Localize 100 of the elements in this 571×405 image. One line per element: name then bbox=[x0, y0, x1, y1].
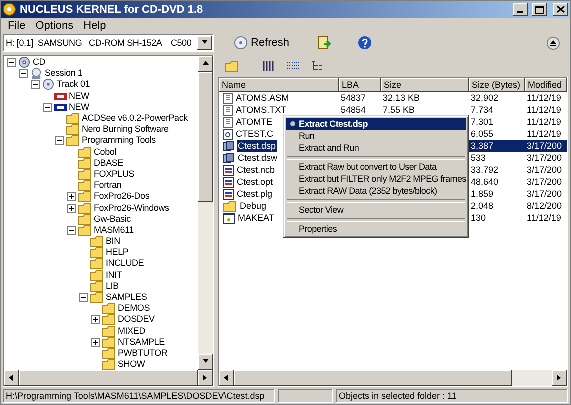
tree-item[interactable]: NEW bbox=[69, 102, 90, 113]
tree-item[interactable]: Track 01 bbox=[57, 79, 90, 90]
table-cell-text: 54837 bbox=[340, 92, 368, 104]
tree-item[interactable]: Gw-Basic bbox=[94, 214, 131, 225]
menu-item[interactable]: Extract but FILTER only M2F2 MPEG frames bbox=[286, 173, 466, 185]
table-cell-text: 7,734 bbox=[470, 104, 495, 116]
tree-item[interactable]: SAMPLES bbox=[106, 292, 148, 304]
table-cell-text: 3/17/200 bbox=[526, 188, 564, 200]
refresh-button[interactable]: Refresh bbox=[230, 34, 294, 52]
tree-item[interactable]: DOSDEV bbox=[118, 314, 155, 326]
menu-item[interactable]: Run bbox=[286, 130, 466, 142]
file-name[interactable]: MAKEAT bbox=[237, 212, 276, 224]
folder-icon bbox=[66, 135, 80, 146]
collapse-toggle[interactable] bbox=[79, 293, 88, 302]
tree-item[interactable]: LIB bbox=[106, 280, 119, 292]
collapse-toggle[interactable] bbox=[19, 69, 28, 78]
expand-toggle[interactable] bbox=[91, 338, 100, 347]
collapse-toggle[interactable] bbox=[31, 80, 40, 90]
menu-item[interactable]: Options bbox=[30, 20, 79, 32]
menu-item[interactable]: File bbox=[3, 20, 31, 32]
document-icon bbox=[223, 116, 233, 128]
file-name[interactable]: Debug bbox=[239, 200, 268, 212]
menu-item[interactable]: Properties bbox=[286, 223, 466, 235]
tree-item[interactable]: Fortran bbox=[94, 180, 122, 192]
tree-item[interactable]: Cobol bbox=[94, 146, 117, 158]
folder-icon bbox=[102, 336, 116, 348]
table-cell-text: 32,902 bbox=[470, 92, 500, 104]
menu-item[interactable]: Extract Ctest.dsp bbox=[286, 118, 466, 130]
tree-item[interactable]: PWBTUTOR bbox=[118, 348, 168, 359]
document-icon bbox=[223, 92, 233, 104]
horizontal-scrollbar[interactable] bbox=[219, 370, 567, 386]
file-name[interactable]: Ctest.dsw bbox=[237, 152, 279, 164]
table-cell-text: 54854 bbox=[340, 104, 368, 116]
menu-item[interactable]: Help bbox=[78, 20, 112, 32]
tree-item[interactable]: MIXED bbox=[118, 326, 146, 337]
disc-icon bbox=[42, 79, 55, 90]
file-name[interactable]: CTEST.C bbox=[235, 128, 275, 140]
table-cell-text: 11/12/19 bbox=[526, 104, 562, 116]
horizontal-scrollbar[interactable] bbox=[4, 370, 213, 386]
folder-icon bbox=[102, 326, 116, 337]
vertical-scrollbar[interactable] bbox=[198, 56, 213, 370]
expand-toggle[interactable] bbox=[67, 204, 76, 213]
status-path: H:\Programming Tools\MASM611\SAMPLES\DOSDEV\Ctest.dsp bbox=[3, 389, 275, 403]
tree-item[interactable]: DEMOS bbox=[118, 303, 150, 314]
column-header[interactable]: Modified bbox=[525, 78, 567, 92]
file-name[interactable]: Ctest.plg bbox=[236, 188, 274, 200]
eject-icon bbox=[547, 36, 560, 50]
file-name[interactable]: Ctest.opt bbox=[236, 176, 274, 188]
tree-item[interactable]: ACDSee v6.0.2-PowerPack bbox=[82, 113, 188, 124]
tree-item[interactable]: DBASE bbox=[94, 158, 124, 169]
table-cell-text: 3/17/200 bbox=[526, 152, 564, 164]
tree-item[interactable]: SHOW bbox=[118, 359, 146, 370]
file-name[interactable]: Ctest.ncb bbox=[236, 164, 276, 176]
menu-item[interactable]: Extract RAW Data (2352 bytes/block) bbox=[286, 185, 466, 197]
column-header[interactable]: Size bbox=[381, 78, 469, 92]
tree-item[interactable]: INCLUDE bbox=[106, 258, 144, 270]
tree-item[interactable]: INIT bbox=[106, 270, 122, 281]
tree-item[interactable]: Session 1 bbox=[45, 68, 83, 80]
collapse-toggle[interactable] bbox=[55, 136, 64, 146]
table-cell-text: 3/17/200 bbox=[526, 176, 564, 188]
table-cell: 3,387 bbox=[469, 140, 525, 152]
status-objects: Objects in selected folder : 11 bbox=[336, 389, 568, 403]
tree-item[interactable]: BIN bbox=[106, 236, 120, 248]
menu-item[interactable]: Extract and Run bbox=[286, 142, 466, 154]
tree-item[interactable]: MASM611 bbox=[94, 224, 134, 236]
tree-item[interactable]: Programming Tools bbox=[82, 135, 156, 146]
tree-item[interactable]: Nero Burning Software bbox=[82, 124, 169, 136]
menu-item[interactable]: Extract Raw but convert to User Data bbox=[286, 161, 466, 173]
tree-item[interactable]: CD bbox=[33, 57, 46, 68]
tree-item[interactable]: FOXPLUS bbox=[94, 168, 135, 180]
folder-icon bbox=[90, 270, 104, 281]
minimize-button[interactable] bbox=[513, 3, 528, 16]
tree-item[interactable]: HELP bbox=[106, 247, 129, 258]
file-name[interactable]: ATOMS.TXT bbox=[235, 104, 288, 116]
close-button[interactable] bbox=[553, 3, 568, 16]
column-header[interactable]: Name bbox=[219, 78, 339, 92]
folder-icon bbox=[90, 258, 104, 270]
tree-item[interactable]: NTSAMPLE bbox=[118, 336, 165, 348]
expand-toggle[interactable] bbox=[91, 315, 100, 324]
table-cell-text: 11/12/19 bbox=[526, 116, 562, 128]
tree-item[interactable]: NEW bbox=[69, 90, 90, 102]
column-header[interactable]: LBA bbox=[339, 78, 381, 92]
file-name[interactable]: Ctest.dsp bbox=[237, 140, 278, 152]
drive-dropdown[interactable]: H: [0,1] SAMSUNG CD-ROM SH-152A C500 bbox=[3, 34, 214, 52]
table-cell-text: 7.55 KB bbox=[382, 104, 416, 116]
maximize-button[interactable] bbox=[532, 3, 547, 16]
file-name[interactable]: ATOMTE bbox=[235, 116, 274, 128]
folder-icon bbox=[102, 348, 116, 359]
column-header[interactable]: Size (Bytes) bbox=[469, 78, 525, 92]
collapse-toggle[interactable] bbox=[67, 226, 76, 235]
tree-item[interactable]: FoxPro26-Windows bbox=[94, 202, 170, 214]
tree-item[interactable]: FoxPro26-Dos bbox=[94, 191, 150, 202]
track-icon bbox=[54, 92, 67, 100]
file-name[interactable]: ATOMS.ASM bbox=[235, 92, 290, 104]
maximize-icon bbox=[535, 6, 544, 14]
menu-item[interactable]: Sector View bbox=[286, 204, 466, 216]
collapse-toggle[interactable] bbox=[43, 102, 52, 112]
expand-toggle[interactable] bbox=[67, 192, 76, 202]
collapse-toggle[interactable] bbox=[7, 58, 16, 68]
program-icon bbox=[223, 212, 235, 224]
